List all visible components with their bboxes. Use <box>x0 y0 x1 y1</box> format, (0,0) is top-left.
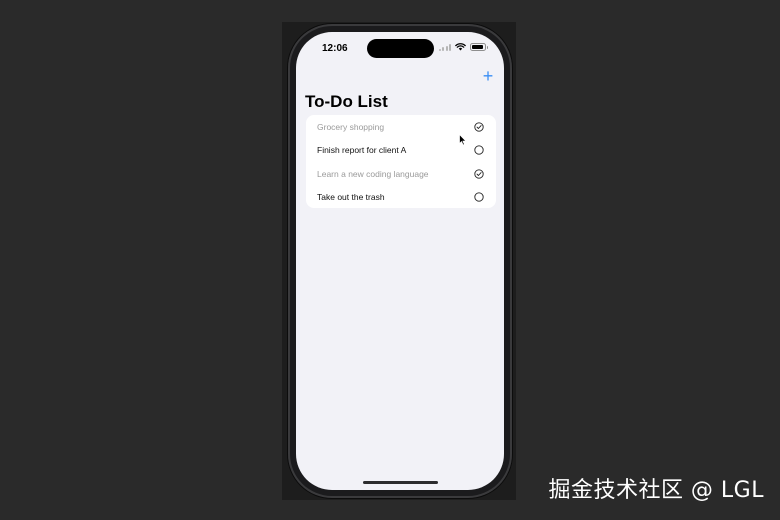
empty-circle-icon[interactable] <box>474 145 484 155</box>
status-icons <box>438 43 488 51</box>
todo-item[interactable]: Learn a new coding language <box>306 162 496 186</box>
status-time: 12:06 <box>322 43 348 54</box>
todo-item-label: Grocery shopping <box>317 121 385 132</box>
add-todo-button[interactable]: + <box>481 67 495 85</box>
todo-item[interactable]: Take out the trash <box>306 186 496 210</box>
checkmark-circle-icon[interactable] <box>474 169 484 179</box>
dynamic-island <box>367 39 434 58</box>
todo-item-label: Learn a new coding language <box>317 168 429 179</box>
mouse-cursor-icon <box>459 134 467 146</box>
watermark: 掘金技术社区 @ LGL <box>548 478 764 503</box>
checkmark-circle-icon[interactable] <box>474 122 484 132</box>
todo-item[interactable]: Finish report for client A <box>306 139 496 163</box>
todo-item[interactable]: Grocery shopping <box>306 115 496 139</box>
todo-list: Grocery shopping Finish report for clien… <box>306 115 496 208</box>
status-bar: 12:06 <box>296 32 504 66</box>
app-screen: 12:06 + To-Do List Grocery shopping Fini… <box>296 32 504 490</box>
todo-item-label: Finish report for client A <box>317 145 407 156</box>
empty-circle-icon[interactable] <box>474 192 484 202</box>
iphone-frame: 12:06 + To-Do List Grocery shopping Fini… <box>288 24 512 498</box>
battery-icon <box>470 43 488 51</box>
page-title: To-Do List <box>305 92 388 111</box>
todo-item-label: Take out the trash <box>317 192 385 203</box>
cellular-signal-icon <box>438 43 451 51</box>
wifi-icon <box>455 43 466 51</box>
home-indicator[interactable] <box>363 481 438 484</box>
